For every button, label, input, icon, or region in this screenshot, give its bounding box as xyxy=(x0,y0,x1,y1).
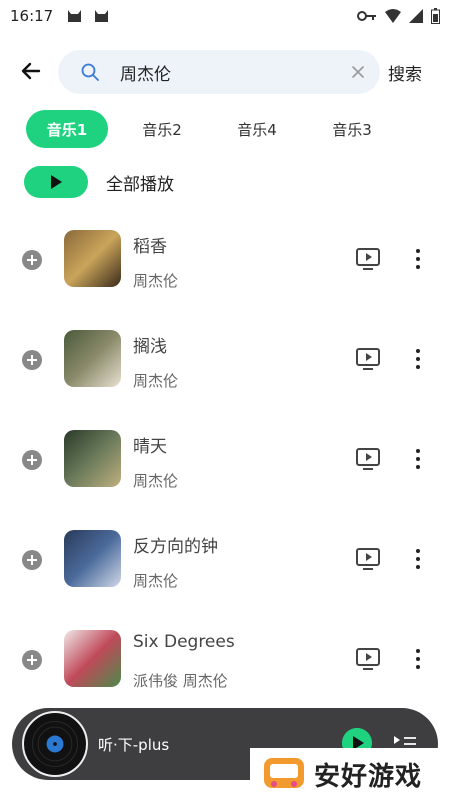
search-bar: 周杰伦 搜索 xyxy=(0,48,450,94)
song-title: Six Degrees xyxy=(133,632,235,652)
add-icon[interactable] xyxy=(22,350,42,370)
song-title: 搁浅 xyxy=(133,337,167,357)
vinyl-disc-icon[interactable] xyxy=(22,711,88,777)
album-cover xyxy=(64,530,121,587)
play-icon xyxy=(51,175,62,189)
song-artist: 周杰伦 xyxy=(133,372,179,390)
video-icon[interactable] xyxy=(356,648,380,670)
source-tabs: 音乐1 音乐2 音乐4 音乐3 xyxy=(0,110,450,148)
song-artist: 周杰伦 xyxy=(133,572,179,590)
watermark: 安好游戏 xyxy=(250,748,450,800)
tab-music4[interactable]: 音乐4 xyxy=(217,110,297,148)
wifi-icon xyxy=(385,9,401,23)
video-icon[interactable] xyxy=(356,348,380,370)
add-icon[interactable] xyxy=(22,250,42,270)
album-cover xyxy=(64,330,121,387)
tab-music2[interactable]: 音乐2 xyxy=(122,110,202,148)
cat-app-icon xyxy=(68,10,82,22)
list-item[interactable]: Six Degrees 派伟俊 周杰伦 xyxy=(0,610,450,710)
album-cover xyxy=(64,430,121,487)
status-icons xyxy=(357,8,440,24)
battery-icon xyxy=(431,8,440,24)
search-query[interactable]: 周杰伦 xyxy=(120,60,171,85)
signal-icon xyxy=(409,9,423,23)
more-icon[interactable] xyxy=(408,647,428,671)
list-item[interactable]: 稻香 周杰伦 xyxy=(0,210,450,310)
gamepad-logo-icon xyxy=(264,758,304,788)
video-icon[interactable] xyxy=(356,248,380,270)
song-title: 晴天 xyxy=(133,437,167,457)
video-icon[interactable] xyxy=(356,448,380,470)
more-icon[interactable] xyxy=(408,247,428,271)
song-artist: 周杰伦 xyxy=(133,272,179,290)
status-bar: 16:17 xyxy=(0,0,450,32)
back-button[interactable] xyxy=(16,56,46,86)
more-icon[interactable] xyxy=(408,547,428,571)
play-all-label: 全部播放 xyxy=(106,174,174,195)
watermark-text: 安好游戏 xyxy=(314,761,423,792)
album-cover xyxy=(64,230,121,287)
now-playing-title: 听·下-plus xyxy=(98,736,170,754)
tab-music1[interactable]: 音乐1 xyxy=(26,110,108,148)
more-icon[interactable] xyxy=(408,447,428,471)
list-item[interactable]: 反方向的钟 周杰伦 xyxy=(0,510,450,610)
add-icon[interactable] xyxy=(22,550,42,570)
add-icon[interactable] xyxy=(22,450,42,470)
album-cover xyxy=(64,630,121,687)
play-all-button[interactable] xyxy=(24,166,88,198)
add-icon[interactable] xyxy=(22,650,42,670)
list-item[interactable]: 晴天 周杰伦 xyxy=(0,410,450,510)
song-artist: 派伟俊 周杰伦 xyxy=(133,672,228,690)
cat-app-icon xyxy=(95,10,109,22)
tab-music3[interactable]: 音乐3 xyxy=(312,110,392,148)
search-icon xyxy=(81,63,99,81)
more-icon[interactable] xyxy=(408,347,428,371)
video-icon[interactable] xyxy=(356,548,380,570)
list-item[interactable]: 搁浅 周杰伦 xyxy=(0,310,450,410)
song-artist: 周杰伦 xyxy=(133,472,179,490)
status-time: 16:17 xyxy=(10,7,54,25)
song-title: 稻香 xyxy=(133,237,167,257)
back-arrow-icon xyxy=(21,62,41,80)
search-button[interactable]: 搜索 xyxy=(388,60,422,85)
clear-icon[interactable] xyxy=(350,64,366,80)
play-all[interactable]: 全部播放 xyxy=(24,166,174,198)
song-title: 反方向的钟 xyxy=(133,537,218,557)
vpn-key-icon xyxy=(357,11,376,21)
search-input[interactable]: 周杰伦 xyxy=(58,50,380,94)
